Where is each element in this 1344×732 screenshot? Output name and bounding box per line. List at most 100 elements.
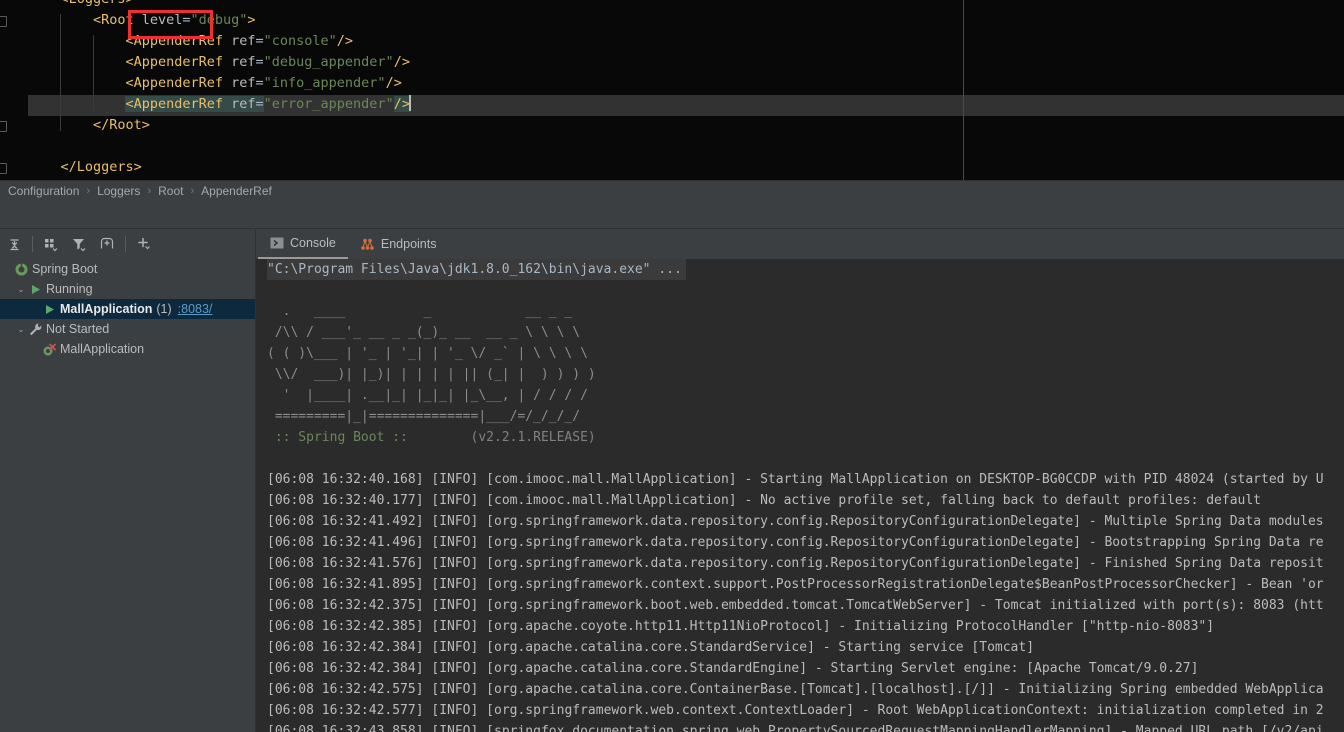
log-message: - Bean 'or bbox=[1245, 577, 1324, 592]
tab-console[interactable]: Console bbox=[258, 229, 348, 259]
code-token: ref bbox=[222, 33, 256, 49]
breadcrumb-item-appenderref[interactable]: AppenderRef bbox=[199, 184, 274, 198]
code-token: /> bbox=[336, 33, 354, 49]
tree-row-label: MallApplication bbox=[60, 302, 153, 316]
tab-endpoints-label: Endpoints bbox=[380, 237, 437, 251]
log-timestamp: [06:08 16:32:42.385] bbox=[267, 619, 432, 634]
log-timestamp: [06:08 16:32:41.492] bbox=[267, 514, 432, 529]
spring-boot-tree[interactable]: Spring Boot ⌄ Running MallApplication (1):80… bbox=[0, 259, 256, 732]
log-level: [INFO] bbox=[431, 493, 487, 508]
log-level: [INFO] bbox=[431, 640, 487, 655]
spring-banner-line: ( ( )\___ | '_ | '_| | '_ \/ _` | \ \ \ … bbox=[267, 346, 588, 361]
tree-row-running[interactable]: ⌄ Running bbox=[0, 279, 255, 299]
indent-guide bbox=[60, 14, 62, 131]
filter-icon[interactable] bbox=[66, 231, 92, 257]
console-command-row: "C:\Program Files\Java\jdk1.8.0_162\bin\… bbox=[257, 259, 1344, 280]
expand-collapse-icon[interactable] bbox=[38, 231, 64, 257]
console-log-line: [06:08 16:32:42.577] [INFO] [org.springf… bbox=[257, 700, 1344, 721]
chevron-down-icon[interactable]: ⌄ bbox=[14, 284, 28, 295]
code-line[interactable]: <Root level="debug"> bbox=[93, 10, 256, 31]
tab-endpoints[interactable]: Endpoints bbox=[348, 229, 449, 259]
breadcrumb-item-configuration[interactable]: Configuration bbox=[6, 184, 81, 198]
add-frame-icon[interactable] bbox=[94, 231, 120, 257]
spring-error-icon bbox=[42, 342, 57, 357]
log-level: [INFO] bbox=[431, 682, 487, 697]
code-token: ref bbox=[222, 96, 256, 112]
code-token: <Root bbox=[92, 12, 134, 28]
log-message: - Initializing Spring embedded WebApplic… bbox=[1002, 682, 1324, 697]
log-timestamp: [06:08 16:32:40.168] bbox=[267, 472, 432, 487]
plus-icon[interactable] bbox=[131, 231, 157, 257]
fold-marker-icon[interactable] bbox=[0, 16, 7, 27]
code-token: > bbox=[247, 12, 256, 28]
tree-row-mallapplication[interactable]: MallApplication (1) :8083/ bbox=[0, 299, 255, 319]
log-message: - No active profile set, falling back to… bbox=[744, 493, 1262, 508]
fold-marker-icon[interactable] bbox=[0, 121, 7, 132]
code-token: = bbox=[255, 33, 264, 49]
toolwindow-header-strip bbox=[0, 201, 1344, 229]
fold-marker-icon[interactable] bbox=[0, 163, 7, 174]
code-token: "console" bbox=[263, 33, 337, 49]
console-tabs[interactable]: Console Endpoints bbox=[258, 229, 448, 259]
console-log-line: [06:08 16:32:40.177] [INFO] [com.imooc.m… bbox=[257, 490, 1344, 511]
console-blank bbox=[257, 280, 1344, 301]
breadcrumb[interactable]: Configuration › Loggers › Root › Appende… bbox=[0, 180, 1344, 201]
run-toolbar-row: Console Endpoints bbox=[0, 229, 1344, 259]
log-level: [INFO] bbox=[431, 514, 487, 529]
breadcrumb-item-loggers[interactable]: Loggers bbox=[95, 184, 142, 198]
log-message: - Root WebApplicationContext: initializa… bbox=[861, 703, 1324, 718]
tree-row-count: (1) bbox=[156, 302, 172, 316]
code-token: <AppenderRef bbox=[125, 75, 223, 91]
log-message: - Tomcat initialized with port(s): 8083 … bbox=[979, 598, 1324, 613]
log-timestamp: [06:08 16:32:41.496] bbox=[267, 535, 432, 550]
log-logger: [org.springframework.web.context.Context… bbox=[486, 703, 862, 718]
log-timestamp: [06:08 16:32:42.577] bbox=[267, 703, 432, 718]
code-token: = bbox=[255, 75, 264, 91]
console-log-line: [06:08 16:32:41.895] [INFO] [org.springf… bbox=[257, 574, 1344, 595]
code-token: <AppenderRef bbox=[125, 96, 223, 112]
code-token: = bbox=[255, 96, 264, 112]
log-level: [INFO] bbox=[431, 661, 487, 676]
log-logger: [com.imooc.mall.MallApplication] bbox=[486, 472, 745, 487]
tree-row-mallapplication[interactable]: MallApplication bbox=[0, 339, 255, 359]
spring-banner-line: . ____ _ __ _ _ bbox=[267, 304, 573, 319]
tree-row-label: Spring Boot bbox=[32, 262, 98, 276]
code-line[interactable]: </Root> bbox=[93, 115, 150, 136]
log-timestamp: [06:08 16:32:42.384] bbox=[267, 640, 432, 655]
spring-banner-footer: :: Spring Boot :: (v2.2.1.RELEASE) bbox=[257, 427, 1344, 448]
tree-row-spring-boot[interactable]: Spring Boot bbox=[0, 259, 255, 279]
code-token: "debug" bbox=[190, 12, 248, 28]
idea-window: <Loggers><Root level="debug"><AppenderRe… bbox=[0, 0, 1344, 732]
code-line[interactable]: <AppenderRef ref="info_appender"/> bbox=[125, 73, 401, 94]
spring-boot-icon bbox=[14, 262, 29, 277]
log-logger: [org.springframework.context.support.Pos… bbox=[486, 577, 1246, 592]
xml-editor[interactable]: <Loggers><Root level="debug"><AppenderRe… bbox=[0, 0, 1344, 180]
tree-row-not-started[interactable]: ⌄ Not Started bbox=[0, 319, 255, 339]
code-token: = bbox=[255, 54, 264, 70]
breadcrumb-item-root[interactable]: Root bbox=[156, 184, 185, 198]
console-log-line: [06:08 16:32:43.858] [INFO] [springfox.d… bbox=[257, 721, 1344, 732]
log-timestamp: [06:08 16:32:42.384] bbox=[267, 661, 432, 676]
code-token: ref bbox=[222, 54, 256, 70]
run-toolbar[interactable] bbox=[0, 229, 256, 259]
log-message: - Finished Spring Data reposit bbox=[1088, 556, 1324, 571]
console-output[interactable]: "C:\Program Files\Java\jdk1.8.0_162\bin\… bbox=[257, 259, 1344, 732]
log-logger: [org.springframework.boot.web.embedded.t… bbox=[486, 598, 980, 613]
code-line[interactable]: <Loggers> bbox=[60, 0, 133, 10]
tab-console-label: Console bbox=[290, 236, 336, 250]
code-line[interactable]: </Loggers> bbox=[60, 157, 141, 178]
spring-banner-line: ' |____| .__|_| |_|_| |_\__, | / / / / bbox=[267, 388, 588, 403]
breadcrumb-separator-icon: › bbox=[190, 185, 195, 197]
log-timestamp: [06:08 16:32:42.375] bbox=[267, 598, 432, 613]
code-line[interactable]: <AppenderRef ref="error_appender"/> bbox=[125, 94, 411, 115]
application-port-link[interactable]: :8083/ bbox=[178, 302, 213, 316]
console-log-line: [06:08 16:32:41.492] [INFO] [org.springf… bbox=[257, 511, 1344, 532]
log-level: [INFO] bbox=[431, 724, 487, 732]
code-token: </Root> bbox=[92, 117, 150, 133]
editor-gutter[interactable] bbox=[0, 0, 28, 180]
code-line[interactable]: <AppenderRef ref="debug_appender"/> bbox=[125, 52, 410, 73]
chevron-down-icon[interactable]: ⌄ bbox=[14, 324, 28, 335]
run-icon bbox=[28, 282, 43, 297]
code-line[interactable]: <AppenderRef ref="console"/> bbox=[125, 31, 353, 52]
scroll-to-end-icon[interactable] bbox=[1, 231, 27, 257]
